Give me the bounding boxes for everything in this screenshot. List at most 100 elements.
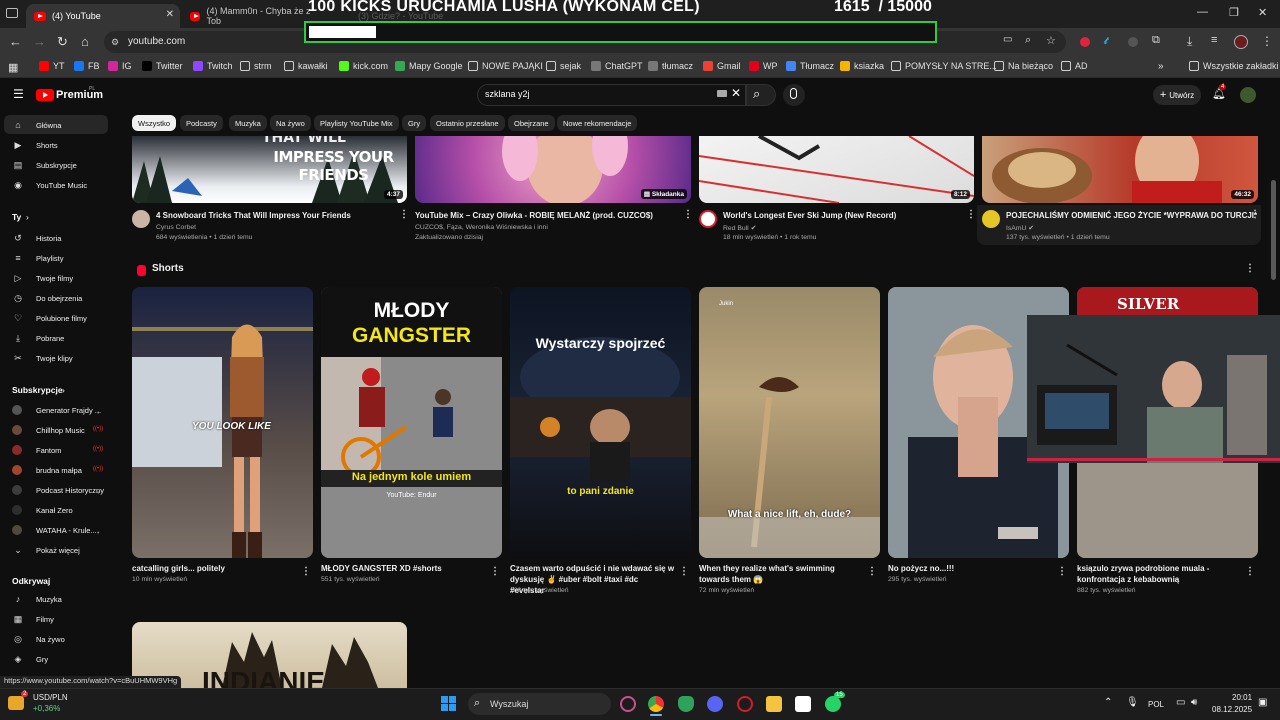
keyboard-icon[interactable] bbox=[717, 90, 727, 97]
sidebar-item[interactable]: brudna małpa bbox=[12, 463, 82, 477]
search-query[interactable]: szklana y2j bbox=[485, 89, 530, 99]
shorts-more-options-icon[interactable]: ⋮ bbox=[1245, 263, 1255, 274]
close-tab-icon[interactable]: ✕ bbox=[166, 9, 174, 20]
sidebar-item[interactable]: ♡ Polubione filmy bbox=[12, 311, 87, 325]
discord-icon[interactable] bbox=[707, 696, 723, 712]
more-options-icon[interactable]: ⋮ bbox=[966, 209, 976, 220]
sidebar-item[interactable]: WATAHA - Krule... bbox=[12, 523, 97, 537]
create-button[interactable]: + Utwórz bbox=[1153, 85, 1201, 105]
bookmark-item[interactable]: sejak bbox=[546, 61, 581, 71]
sidebar-item[interactable]: ◷ Do obejrzenia bbox=[12, 291, 82, 305]
bookmark-item[interactable]: Tłumacz bbox=[786, 61, 834, 71]
short-title[interactable]: MŁODY GANGSTER XD #shorts bbox=[321, 563, 486, 574]
weather-stock-icon[interactable] bbox=[8, 696, 24, 710]
close-window-icon[interactable]: ✕ bbox=[1258, 6, 1267, 19]
bookmark-item[interactable]: Na bieżąco bbox=[994, 61, 1053, 71]
more-options-icon[interactable]: ⋮ bbox=[399, 209, 409, 220]
clock-time[interactable]: 20:01 bbox=[1232, 693, 1252, 702]
minimize-icon[interactable]: — bbox=[1197, 6, 1208, 18]
bookmark-item[interactable]: strm bbox=[240, 61, 272, 71]
url-text[interactable]: youtube.com bbox=[128, 36, 185, 47]
video-channel[interactable]: Cyrus Corbet bbox=[156, 224, 196, 231]
install-app-icon[interactable]: ▭ bbox=[1003, 34, 1012, 45]
copilot-icon[interactable] bbox=[620, 696, 636, 712]
shield-browser-icon[interactable] bbox=[678, 696, 694, 712]
bookmark-star-icon[interactable]: ☆ bbox=[1046, 34, 1056, 47]
sidebar-item[interactable]: ▤ Subskrypcje bbox=[12, 158, 77, 172]
sidebar-subscriptions-header[interactable]: Subskrypcje bbox=[12, 385, 63, 395]
bookmarks-more-icon[interactable]: » bbox=[1158, 61, 1164, 72]
bookmark-item[interactable]: POMYSŁY NA STRE... bbox=[891, 61, 997, 71]
sidebar-item[interactable]: Kanał Zero bbox=[12, 503, 73, 517]
reading-list-icon[interactable]: ≡ bbox=[1211, 34, 1217, 46]
sidebar-item[interactable]: Chillhop Music bbox=[12, 423, 85, 437]
capcut-icon[interactable] bbox=[795, 696, 811, 712]
network-icon[interactable]: ▭ bbox=[1176, 697, 1185, 708]
chrome-icon[interactable] bbox=[648, 696, 664, 712]
clear-search-icon[interactable]: ✕ bbox=[731, 86, 741, 100]
clock-date[interactable]: 08.12.2025 bbox=[1212, 705, 1252, 714]
more-options-icon[interactable]: ⋮ bbox=[679, 566, 689, 577]
bookmark-item[interactable]: Twitch bbox=[193, 61, 233, 71]
bookmark-item[interactable]: tłumacz bbox=[648, 61, 693, 71]
channel-avatar[interactable] bbox=[132, 210, 150, 228]
sidebar-item[interactable]: ≡ Playlisty bbox=[12, 251, 63, 265]
notification-center-icon[interactable]: ▣ bbox=[1258, 697, 1267, 708]
search-button[interactable] bbox=[746, 84, 776, 106]
bookmark-item[interactable]: YT bbox=[39, 61, 65, 71]
language-indicator[interactable]: POL bbox=[1148, 700, 1164, 709]
short-title[interactable]: When they realize what's swimming toward… bbox=[699, 563, 864, 585]
chip-6[interactable]: Ostatnio przesłane bbox=[430, 115, 505, 131]
short-thumbnail-4[interactable]: Jukin What a nice lift, eh, dude? bbox=[699, 287, 880, 558]
channel-avatar[interactable] bbox=[982, 210, 1000, 228]
more-options-icon[interactable]: ⋮ bbox=[1245, 566, 1255, 577]
more-options-icon[interactable]: ⋮ bbox=[683, 209, 693, 220]
chip-2[interactable]: Muzyka bbox=[229, 115, 267, 131]
sidebar-item[interactable]: ⌄ Pokaż więcej bbox=[12, 543, 80, 557]
sidebar-item[interactable]: Generator Frajdy ... bbox=[12, 403, 101, 417]
whatsapp-icon[interactable] bbox=[825, 696, 841, 712]
bookmark-item[interactable]: FB bbox=[74, 61, 100, 71]
sidebar-item[interactable]: ▷ Twoje filmy bbox=[12, 271, 74, 285]
extension-blue-icon[interactable]: 𝓉 bbox=[1104, 36, 1107, 47]
sidebar-item[interactable]: ⌂ Główna bbox=[12, 118, 61, 132]
apps-grid-icon[interactable]: ▦ bbox=[8, 61, 18, 74]
chip-7[interactable]: Obejrzane bbox=[508, 115, 555, 131]
account-avatar[interactable] bbox=[1240, 87, 1256, 103]
sidebar-item[interactable]: ✂ Twoje klipy bbox=[12, 351, 72, 365]
reload-icon[interactable]: ↻ bbox=[57, 34, 68, 50]
tray-chevron-icon[interactable]: ⌃ bbox=[1104, 697, 1112, 708]
short-title[interactable]: No pożycz no...!!! bbox=[888, 563, 1053, 574]
sidebar-item[interactable]: ↺ Historia bbox=[12, 231, 61, 245]
home-icon[interactable]: ⌂ bbox=[81, 34, 89, 49]
bookmark-item[interactable]: NOWE PAJĄKI bbox=[468, 61, 543, 71]
sidebar-item[interactable]: ⤓ Pobrane bbox=[12, 331, 64, 345]
short-title[interactable]: catcalling girls... politely bbox=[132, 563, 297, 574]
video-title[interactable]: POJECHALIŚMY ODMIENIĆ JEGO ŻYCIE *WYPRAW… bbox=[1006, 211, 1257, 220]
bookmark-item[interactable]: IG bbox=[108, 61, 132, 71]
bookmark-item[interactable]: kick.com bbox=[339, 61, 388, 71]
more-options-icon[interactable]: ⋮ bbox=[867, 566, 877, 577]
chip-8[interactable]: Nowe rekomendacje bbox=[557, 115, 638, 131]
video-thumbnail-mix[interactable]: ▤ Składanka bbox=[415, 136, 691, 203]
sidebar-item[interactable]: ◉ YouTube Music bbox=[12, 178, 87, 192]
sidebar-item[interactable]: ▶ Shorts bbox=[12, 138, 58, 152]
windows-start-icon[interactable] bbox=[441, 696, 456, 711]
short-thumbnail-1[interactable]: YOU LOOK LIKE bbox=[132, 287, 313, 558]
bookmark-item[interactable]: ChatGPT bbox=[591, 61, 643, 71]
extension-grey-icon[interactable] bbox=[1128, 37, 1138, 47]
microphone-tray-icon[interactable]: 🎙︎ bbox=[1126, 697, 1139, 708]
more-options-icon[interactable]: ⋮ bbox=[1057, 566, 1067, 577]
profile-avatar[interactable] bbox=[1234, 35, 1248, 49]
video-channel[interactable]: Red Bull ✔ bbox=[723, 224, 756, 232]
video-title[interactable]: World's Longest Ever Ski Jump (New Recor… bbox=[723, 211, 896, 220]
site-info-icon[interactable]: ⚙ bbox=[111, 37, 119, 48]
sidebar-item[interactable]: Fantom bbox=[12, 443, 61, 457]
stock-name[interactable]: USD/PLN bbox=[33, 693, 68, 702]
bookmark-item[interactable]: WP bbox=[749, 61, 778, 71]
sidebar-you-header[interactable]: Ty bbox=[12, 212, 21, 222]
short-title[interactable]: ksiązulo zrywa podrobione muala - konfro… bbox=[1077, 563, 1242, 585]
tab-youtube[interactable]: (4) YouTube ✕ bbox=[26, 4, 180, 28]
sidebar-item[interactable]: ◈ Gry bbox=[12, 652, 49, 666]
sidebar-item[interactable]: Podcast Historyczny bbox=[12, 483, 104, 497]
